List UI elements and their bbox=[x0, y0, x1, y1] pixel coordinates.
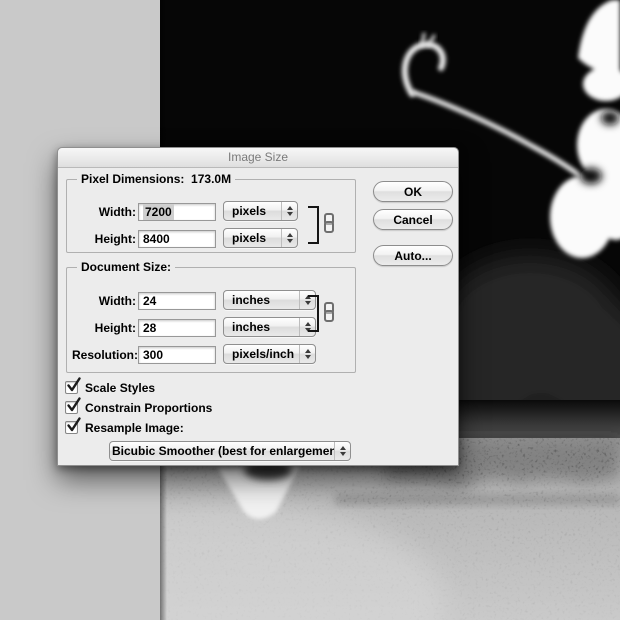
checkbox-box bbox=[65, 417, 81, 434]
stepper-arrows-icon bbox=[334, 442, 350, 460]
pixel-dimensions-legend: Pixel Dimensions: 173.0M bbox=[77, 172, 236, 186]
doc-resolution-label: Resolution: bbox=[72, 348, 138, 362]
doc-height-value: 28 bbox=[143, 321, 157, 335]
constrain-proportions-checkbox[interactable]: Constrain Proportions bbox=[65, 397, 212, 415]
chain-link-icon bbox=[324, 213, 334, 233]
doc-height-label: Height: bbox=[94, 321, 136, 335]
pixel-width-unit-select[interactable]: pixels bbox=[223, 201, 298, 221]
doc-resolution-unit-select[interactable]: pixels/inch bbox=[223, 344, 316, 364]
doc-resolution-field[interactable]: 300 bbox=[138, 346, 216, 364]
dialog-body: Pixel Dimensions: 173.0M Width: 7200 pix… bbox=[58, 148, 458, 465]
auto-button[interactable]: Auto... bbox=[373, 245, 453, 266]
chain-link-icon bbox=[324, 302, 334, 322]
pixel-width-field[interactable]: 7200 bbox=[138, 203, 216, 221]
check-mark-icon bbox=[67, 377, 81, 392]
doc-width-label: Width: bbox=[98, 294, 136, 308]
doc-width-field[interactable]: 24 bbox=[138, 292, 216, 310]
resample-image-checkbox[interactable]: Resample Image: bbox=[65, 417, 184, 435]
cancel-button[interactable]: Cancel bbox=[373, 209, 453, 230]
scale-styles-checkbox[interactable]: Scale Styles bbox=[65, 377, 155, 395]
pixel-height-unit-select[interactable]: pixels bbox=[223, 228, 298, 248]
checkbox-box bbox=[65, 377, 81, 394]
check-mark-icon bbox=[67, 417, 81, 432]
pixel-width-value: 7200 bbox=[143, 204, 174, 220]
resample-method-select[interactable]: Bicubic Smoother (best for enlargement) bbox=[109, 441, 351, 461]
doc-width-value: 24 bbox=[143, 294, 157, 308]
link-bracket bbox=[308, 295, 319, 332]
pixel-height-value: 8400 bbox=[143, 232, 170, 246]
document-size-legend: Document Size: bbox=[77, 260, 176, 274]
pixel-height-label: Height: bbox=[94, 232, 136, 246]
photoshop-workspace: Image Size Pixel Dimensions: 173.0M Widt… bbox=[0, 0, 620, 625]
pixel-height-field[interactable]: 8400 bbox=[138, 230, 216, 248]
image-size-dialog: Image Size Pixel Dimensions: 173.0M Widt… bbox=[57, 147, 459, 466]
doc-height-field[interactable]: 28 bbox=[138, 319, 216, 337]
doc-width-unit-select[interactable]: inches bbox=[223, 290, 316, 310]
doc-resolution-value: 300 bbox=[143, 348, 164, 362]
stepper-arrows-icon bbox=[299, 345, 315, 363]
doc-height-unit-select[interactable]: inches bbox=[223, 317, 316, 337]
stepper-arrows-icon bbox=[281, 202, 297, 220]
stepper-arrows-icon bbox=[281, 229, 297, 247]
check-mark-icon bbox=[67, 397, 81, 412]
pixel-width-label: Width: bbox=[98, 205, 136, 219]
checkbox-box bbox=[65, 397, 81, 414]
pixel-dimensions-size-value: 173.0M bbox=[191, 172, 232, 186]
link-bracket bbox=[308, 206, 319, 244]
ok-button[interactable]: OK bbox=[373, 181, 453, 202]
